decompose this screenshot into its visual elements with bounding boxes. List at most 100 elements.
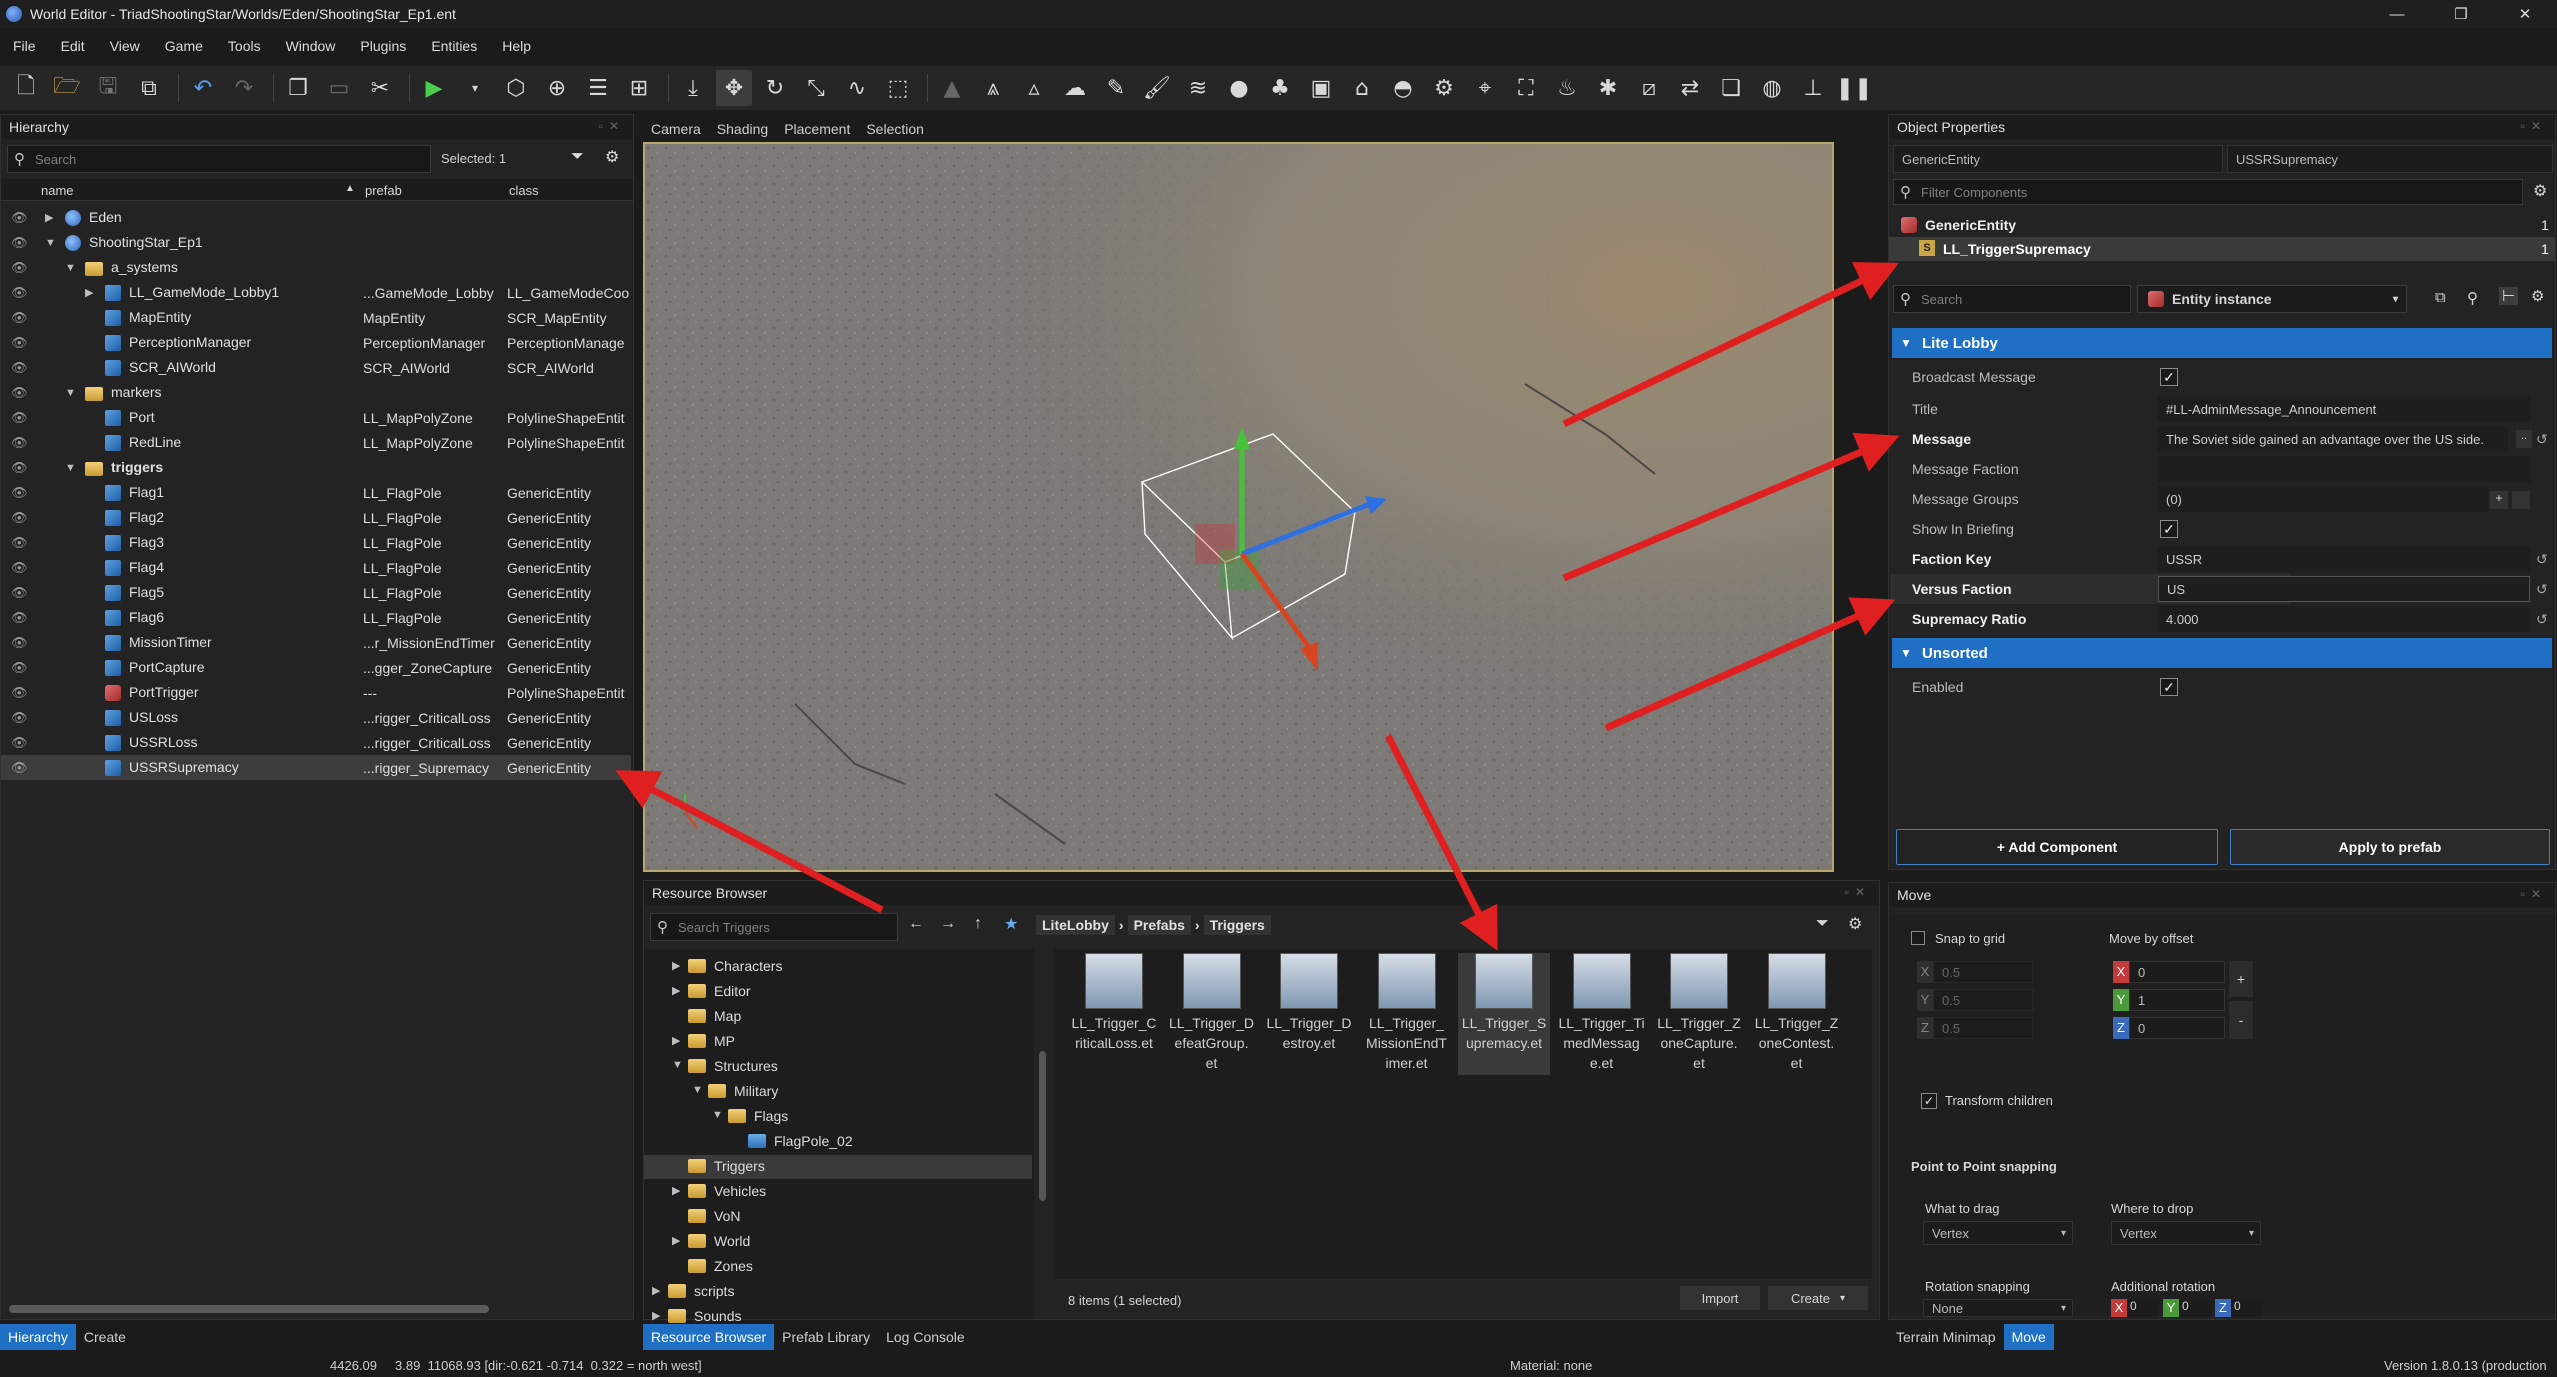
chevron-right-icon[interactable]: ▶	[45, 211, 53, 224]
faction-key-input[interactable]: USSR	[2158, 546, 2530, 572]
component-genericentity[interactable]: GenericEntity 1	[1889, 213, 2555, 237]
rot-z-input[interactable]: 0	[2231, 1299, 2263, 1317]
entity-instance-select[interactable]: Entity instance ▾	[2137, 285, 2407, 313]
hierarchy-row[interactable]: 👁 SCR_AIWorld SCR_AIWorld SCR_AIWorld	[1, 355, 631, 380]
briefing-checkbox[interactable]: ✓	[2160, 520, 2178, 538]
menu-entities[interactable]: Entities	[431, 38, 477, 54]
breadcrumb-litelobby[interactable]: LiteLobby	[1036, 915, 1115, 935]
chevron-right-icon[interactable]: ▶	[672, 1234, 680, 1247]
offset-minus-button[interactable]: -	[2229, 1001, 2253, 1039]
open-external-icon[interactable]: ⧉	[131, 70, 167, 106]
prefab-file-item[interactable]: LL_Trigger_Z oneCapture. et	[1653, 953, 1745, 1075]
play-options-icon[interactable]: ▾	[457, 70, 493, 106]
hierarchy-row[interactable]: 👁 ▶ Eden	[1, 205, 631, 230]
minimize-button[interactable]: —	[2365, 0, 2429, 28]
chevron-right-icon[interactable]: ▶	[85, 286, 93, 299]
visibility-eye-icon[interactable]: 👁	[11, 460, 28, 476]
import-button[interactable]: Import	[1680, 1286, 1760, 1310]
chevron-right-icon[interactable]: ▶	[652, 1284, 660, 1297]
cut-icon[interactable]: ✂	[362, 70, 398, 106]
close-button[interactable]: ✕	[2493, 0, 2557, 28]
menu-game[interactable]: Game	[165, 38, 203, 54]
visibility-eye-icon[interactable]: 👁	[11, 235, 28, 251]
folder-tree-item[interactable]: Triggers	[644, 1155, 1032, 1179]
hierarchy-row[interactable]: 👁 MapEntity MapEntity SCR_MapEntity	[1, 305, 631, 330]
visibility-eye-icon[interactable]: 👁	[11, 335, 28, 351]
prefab-file-item[interactable]: LL_Trigger_C riticalLoss.et	[1068, 953, 1160, 1075]
open-external-icon[interactable]: ⧉	[2435, 289, 2446, 306]
message-input[interactable]: The Soviet side gained an advantage over…	[2158, 426, 2508, 452]
visibility-eye-icon[interactable]: 👁	[11, 360, 28, 376]
prefab-icon[interactable]: ⧄	[1631, 70, 1667, 106]
horizontal-scrollbar[interactable]	[9, 1305, 489, 1313]
tab-prefab-library[interactable]: Prefab Library	[774, 1324, 878, 1350]
menu-help[interactable]: Help	[502, 38, 531, 54]
road-icon[interactable]: ≋	[1180, 70, 1216, 106]
hierarchy-row[interactable]: 👁 Flag4 LL_FlagPole GenericEntity	[1, 555, 631, 580]
folder-tree-item[interactable]: VoN	[644, 1205, 1032, 1229]
menu-tools[interactable]: Tools	[228, 38, 261, 54]
column-name[interactable]: name	[41, 183, 74, 198]
terrain-icon[interactable]: ▲	[934, 70, 970, 106]
tab-resource-browser[interactable]: Resource Browser	[643, 1324, 775, 1350]
folder-tree-item[interactable]: ▶ World	[644, 1230, 1032, 1254]
forward-icon[interactable]: →	[940, 915, 956, 933]
menu-edit[interactable]: Edit	[61, 38, 85, 54]
forest-icon[interactable]: ♣	[1262, 70, 1298, 106]
prefab-file-item[interactable]: LL_Trigger_ MissionEndT imer.et	[1361, 953, 1453, 1075]
tab-placement[interactable]: Placement	[776, 116, 858, 142]
chevron-down-icon[interactable]: ▼	[692, 1084, 703, 1096]
panel-controls-icon[interactable]: ▫✕	[1845, 885, 1871, 899]
brush-icon[interactable]: 🖌	[1139, 70, 1175, 106]
save-icon[interactable]: 🖫	[90, 70, 126, 106]
panel-controls-icon[interactable]: ▫✕	[2521, 119, 2547, 133]
menu-view[interactable]: View	[110, 38, 140, 54]
stamp-icon[interactable]: ▣	[1303, 70, 1339, 106]
hierarchy-row[interactable]: 👁 USSRSupremacy ...rigger_Supremacy Generic…	[1, 755, 631, 780]
message-more-button[interactable]: ..	[2516, 430, 2532, 448]
rotate-icon[interactable]: ↻	[757, 70, 793, 106]
hierarchy-row[interactable]: 👁 Flag1 LL_FlagPole GenericEntity	[1, 480, 631, 505]
cube-icon[interactable]: ⬡	[498, 70, 534, 106]
folder-tree-item[interactable]: ▶ scripts	[644, 1280, 1032, 1304]
title-input[interactable]: #LL-AdminMessage_Announcement	[2158, 396, 2530, 422]
hierarchy-icon[interactable]: ⊥	[1795, 70, 1831, 106]
where-to-drop-select[interactable]: Vertex ▾	[2111, 1221, 2261, 1245]
tab-selection[interactable]: Selection	[858, 116, 932, 142]
visibility-eye-icon[interactable]: 👁	[11, 410, 28, 426]
visibility-eye-icon[interactable]: 👁	[11, 760, 28, 776]
hierarchy-row[interactable]: 👁 Flag6 LL_FlagPole GenericEntity	[1, 605, 631, 630]
snap-to-grid-checkbox[interactable]	[1911, 931, 1925, 945]
bug-icon[interactable]: ✱	[1590, 70, 1626, 106]
hierarchy-row[interactable]: 👁 PerceptionManager PerceptionManager Perce…	[1, 330, 631, 355]
hierarchy-row[interactable]: 👁 ▼ markers	[1, 380, 631, 405]
layers-icon[interactable]: ☰	[580, 70, 616, 106]
hierarchy-row[interactable]: 👁 Flag3 LL_FlagPole GenericEntity	[1, 530, 631, 555]
create-button[interactable]: Create ▾	[1768, 1286, 1868, 1310]
hierarchy-row[interactable]: 👁 ▼ a_systems	[1, 255, 631, 280]
visibility-eye-icon[interactable]: 👁	[11, 560, 28, 576]
place-icon[interactable]: ⤓	[675, 70, 711, 106]
snap-grid-icon[interactable]: ⊞	[621, 70, 657, 106]
scene-viewport[interactable]	[643, 142, 1834, 872]
visibility-eye-icon[interactable]: 👁	[11, 510, 28, 526]
scale-icon[interactable]: ⤡	[798, 70, 834, 106]
offset-y-input[interactable]: 1	[2129, 989, 2225, 1011]
crosshair-icon[interactable]: ⊕	[539, 70, 575, 106]
folder-tree-item[interactable]: Map	[644, 1005, 1032, 1029]
hierarchy-search-input[interactable]: ⚲ Search	[7, 145, 431, 173]
chevron-right-icon[interactable]: ▶	[652, 1309, 660, 1322]
reset-icon[interactable]: ↺	[2536, 581, 2548, 598]
hierarchy-row[interactable]: 👁 USLoss ...rigger_CriticalLoss GenericEnti…	[1, 705, 631, 730]
rot-y-input[interactable]: 0	[2179, 1299, 2211, 1317]
hierarchy-row[interactable]: 👁 PortCapture ...gger_ZoneCapture GenericEn…	[1, 655, 631, 680]
transform-children-checkbox[interactable]: ✓	[1921, 1093, 1937, 1109]
frame-icon[interactable]: ⛶	[1508, 70, 1544, 106]
section-lite-lobby[interactable]: Lite Lobby	[1892, 328, 2552, 358]
filter-icon[interactable]: ⏷	[1816, 915, 1829, 933]
column-class[interactable]: class	[509, 183, 539, 198]
undo-icon[interactable]: ↶	[185, 70, 221, 106]
chevron-right-icon[interactable]: ▶	[672, 984, 680, 997]
helmet-icon[interactable]: ◓	[1385, 70, 1421, 106]
search-icon[interactable]: ⚲	[2467, 289, 2478, 307]
